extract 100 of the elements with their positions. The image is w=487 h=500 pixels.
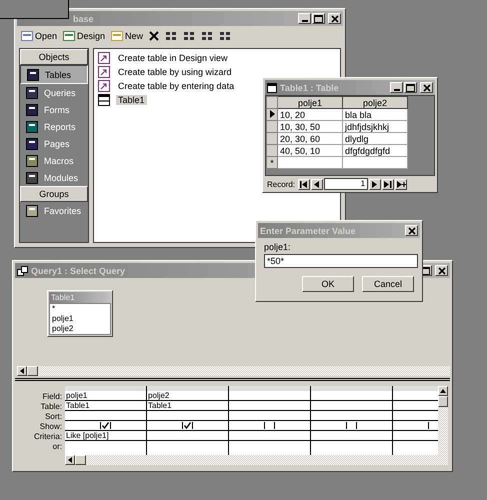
left-arrow-icon <box>20 368 24 374</box>
object-type-item[interactable]: Macros <box>20 152 88 169</box>
database-object-item[interactable]: Create table in Design view <box>116 53 230 63</box>
field-item[interactable]: polje2 <box>52 324 108 334</box>
group-header[interactable]: Groups <box>20 186 88 202</box>
new-record-icon <box>396 180 406 188</box>
scroll-thumb[interactable] <box>75 455 86 465</box>
scroll-left-button[interactable] <box>17 366 27 376</box>
object-type-item[interactable]: Pages <box>20 135 88 152</box>
toolbar-button[interactable]: Design <box>61 29 108 43</box>
column-header[interactable]: polje2 <box>342 96 408 108</box>
grid-cell[interactable] <box>65 421 146 431</box>
show-checkbox[interactable] <box>182 422 193 429</box>
toolbar-button[interactable]: Open <box>19 29 60 43</box>
scroll-thumb[interactable] <box>27 366 38 376</box>
minimize-button[interactable] <box>298 13 311 24</box>
last-record-button[interactable] <box>382 178 394 190</box>
grid-cell[interactable]: Like [polje1] <box>65 431 146 441</box>
close-button[interactable] <box>405 225 418 236</box>
parameter-label: polje1: <box>264 242 292 252</box>
minimize-button[interactable] <box>390 82 403 93</box>
group-header[interactable]: Objects <box>20 49 88 65</box>
close-button[interactable] <box>328 13 341 24</box>
new-record-button[interactable] <box>395 178 408 190</box>
object-icon <box>26 120 38 132</box>
database-object-item[interactable]: Create table by using wizard <box>116 67 234 77</box>
database-object-item[interactable]: Table1 <box>116 95 147 105</box>
column-header[interactable]: polje1 <box>278 96 342 108</box>
dialog-button[interactable]: Cancel <box>362 276 414 292</box>
toolbar-button[interactable]: New <box>109 29 146 43</box>
parameter-field[interactable]: *50* <box>264 254 418 268</box>
maximize-icon <box>406 84 415 92</box>
window-icon <box>63 30 76 42</box>
database-object-item[interactable]: Create table by entering data <box>116 81 236 91</box>
table-cell: 10, 20 <box>278 108 342 120</box>
grid-icon <box>219 31 232 41</box>
object-icon <box>26 86 38 98</box>
close-button[interactable] <box>420 82 433 93</box>
maximize-button[interactable] <box>312 13 325 24</box>
close-icon <box>438 266 446 274</box>
object-icon <box>26 154 38 166</box>
table-cell: 20, 30, 60 <box>278 132 342 144</box>
scroll-up-button[interactable] <box>438 386 448 396</box>
next-record-button[interactable] <box>369 178 382 190</box>
row-selector[interactable] <box>266 108 278 120</box>
horizontal-scrollbar[interactable] <box>65 455 438 465</box>
close-icon <box>408 226 416 234</box>
record-label: Record: <box>267 180 296 188</box>
object-icon <box>26 172 38 184</box>
scroll-left-button[interactable] <box>65 455 75 465</box>
grid-cell[interactable]: Table1 <box>65 401 146 411</box>
grid-cell[interactable] <box>311 421 392 431</box>
object-type-item[interactable]: Favorites <box>20 202 88 219</box>
delete-icon <box>149 31 160 41</box>
object-type-item[interactable]: Modules <box>20 169 88 186</box>
show-checkbox[interactable] <box>346 422 357 429</box>
field-list-title: Table1 <box>49 292 111 303</box>
horizontal-scrollbar[interactable] <box>17 366 450 376</box>
minimize-icon <box>394 89 400 91</box>
object-type-item[interactable]: Forms <box>20 101 88 118</box>
table-icon <box>98 94 110 106</box>
query-icon <box>17 266 28 276</box>
close-button[interactable] <box>435 265 448 276</box>
delete-button[interactable] <box>147 30 162 42</box>
grid-cell[interactable] <box>229 421 310 431</box>
scroll-thumb[interactable] <box>438 396 448 407</box>
object-type-item[interactable]: Tables <box>20 65 88 84</box>
first-icon <box>300 180 308 188</box>
grid-cell[interactable]: Table1 <box>147 401 228 411</box>
grid-cell[interactable] <box>147 421 228 431</box>
minimize-icon <box>302 20 308 22</box>
table-cell: bla bla <box>342 108 408 120</box>
maximize-button[interactable] <box>404 82 417 93</box>
shortcut-icon <box>98 66 110 78</box>
window-title: Query1 : Select Query <box>31 266 126 276</box>
dialog-title: Enter Parameter Value <box>260 226 356 236</box>
previous-icon <box>314 180 320 188</box>
maximize-icon <box>314 14 323 22</box>
previous-record-button[interactable] <box>311 178 324 190</box>
window-icon <box>21 30 33 42</box>
grid-icon <box>183 31 196 41</box>
vertical-scrollbar[interactable] <box>438 386 448 465</box>
first-record-button[interactable] <box>298 178 310 190</box>
dialog-button[interactable]: OK <box>302 276 354 292</box>
field-item[interactable]: * <box>52 304 108 314</box>
field-item[interactable]: polje1 <box>52 314 108 324</box>
row-label: or: <box>52 442 63 452</box>
object-icon <box>27 68 39 80</box>
object-icon <box>26 204 38 216</box>
table-cell: dfgfdgdfgfd <box>342 144 408 156</box>
object-type-item[interactable]: Reports <box>20 118 88 135</box>
new-record-marker: * <box>270 158 274 168</box>
grid-icon <box>201 31 214 41</box>
object-type-item[interactable]: Queries <box>20 84 88 101</box>
show-checkbox[interactable] <box>100 422 111 429</box>
show-checkbox[interactable] <box>264 422 275 429</box>
grid-cell[interactable]: polje1 <box>65 391 146 401</box>
grid-cell[interactable]: polje2 <box>147 391 228 401</box>
table-cell: jdhfjdsjkhkj <box>342 120 408 132</box>
record-number-field[interactable]: 1 <box>324 178 368 190</box>
